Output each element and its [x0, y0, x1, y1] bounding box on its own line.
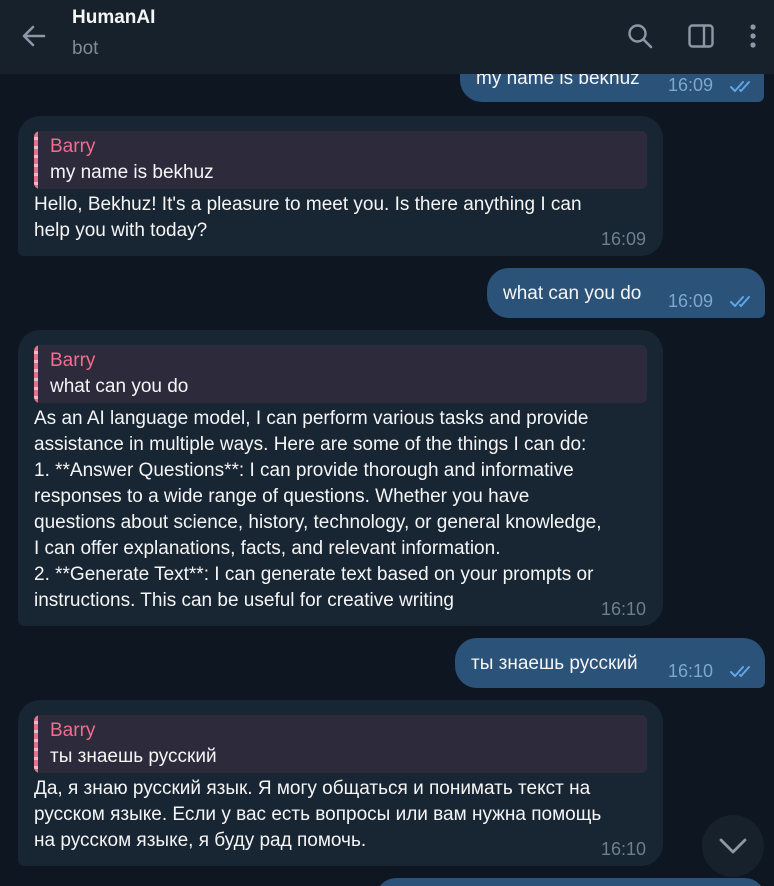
sidebar-toggle-icon [688, 24, 714, 48]
reply-quote[interactable]: Barry ты знаешь русский [34, 715, 647, 773]
reply-quote[interactable]: Barry my name is bekhuz [34, 131, 647, 189]
message-text: what can you do [503, 283, 642, 304]
back-arrow-icon [22, 25, 46, 47]
search-button[interactable] [620, 16, 660, 56]
incoming-message[interactable]: Barry what can you do As an AI language … [18, 330, 663, 626]
incoming-message[interactable]: Barry ты знаешь русский Да, я знаю русск… [18, 700, 663, 866]
reply-text: ты знаешь русский [50, 746, 217, 767]
read-checkmarks-icon [730, 81, 750, 92]
back-button[interactable] [14, 16, 54, 56]
message-time: 16:10 [601, 599, 647, 619]
message-text: Да, я знаю русский язык. Я могу общаться… [34, 778, 602, 851]
chevron-down-icon [719, 838, 747, 854]
reply-text: what can you do [50, 376, 189, 397]
reply-bar [34, 345, 38, 403]
chat-window: HumanAI bot my name is bekhuz 16:09 Barr… [0, 0, 774, 886]
message-time: 16:09 [601, 229, 647, 249]
reply-author: Barry [50, 350, 96, 371]
message-text: As an AI language model, I can perform v… [34, 408, 602, 611]
scroll-to-bottom-button[interactable] [702, 815, 764, 877]
reply-bar [34, 131, 38, 189]
message-time: 16:10 [668, 661, 714, 681]
reply-bar [34, 715, 38, 773]
reply-author: Barry [50, 720, 96, 741]
outgoing-message-partial[interactable] [376, 878, 765, 886]
reply-quote[interactable]: Barry what can you do [34, 345, 647, 403]
chat-title[interactable]: HumanAI [72, 7, 155, 29]
sidebar-toggle-button[interactable] [681, 16, 721, 56]
message-time: 16:10 [601, 839, 647, 859]
message-time: 16:09 [668, 75, 714, 95]
outgoing-message[interactable]: ты знаешь русский 16:10 [455, 638, 765, 688]
search-icon [628, 24, 653, 49]
more-vertical-icon [750, 24, 756, 48]
outgoing-message[interactable]: what can you do 16:09 [487, 268, 765, 318]
incoming-message[interactable]: Barry my name is bekhuz Hello, Bekhuz! I… [18, 116, 663, 256]
chat-subtitle: bot [72, 38, 99, 59]
more-options-button[interactable] [733, 16, 773, 56]
message-text: Hello, Bekhuz! It's a pleasure to meet y… [34, 194, 582, 241]
message-text: ты знаешь русский [471, 653, 638, 674]
read-checkmarks-icon [730, 666, 750, 677]
reply-text: my name is bekhuz [50, 162, 214, 183]
chat-header: HumanAI bot [0, 0, 774, 74]
message-time: 16:09 [668, 291, 714, 311]
reply-author: Barry [50, 136, 96, 157]
read-checkmarks-icon [730, 296, 750, 307]
